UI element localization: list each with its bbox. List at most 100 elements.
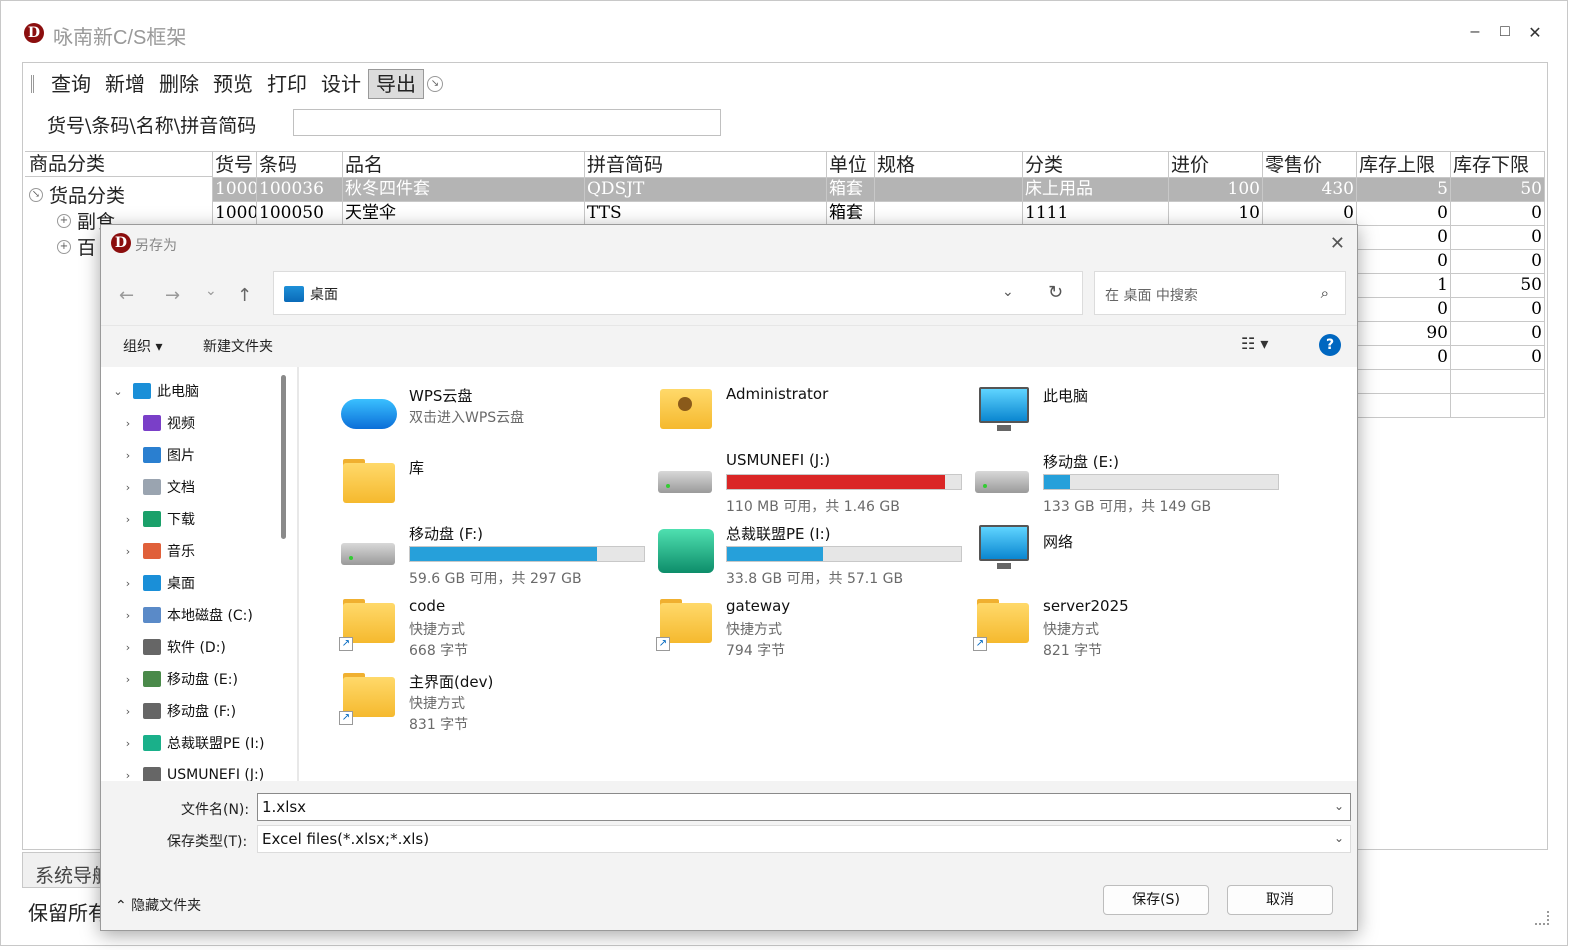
- nav-item[interactable]: › 总裁联盟PE (I:): [119, 729, 265, 757]
- export-button[interactable]: 导出: [368, 69, 424, 99]
- table-cell[interactable]: [1451, 394, 1545, 418]
- column-header[interactable]: 零售价: [1263, 151, 1357, 178]
- table-cell[interactable]: 1111: [1023, 202, 1169, 226]
- nav-item[interactable]: ⌄ 此电脑: [109, 377, 199, 405]
- chevron-right-icon[interactable]: ›: [119, 545, 137, 558]
- collapse-icon[interactable]: ↘: [29, 187, 43, 202]
- nav-item[interactable]: › 移动盘 (F:): [119, 697, 236, 725]
- tile-wps-cloud[interactable]: WPS云盘 双击进入WPS云盘: [319, 381, 629, 447]
- table-cell[interactable]: 箱套: [827, 178, 875, 202]
- nav-item[interactable]: › 文档: [119, 473, 195, 501]
- nav-item[interactable]: › 图片: [119, 441, 195, 469]
- table-cell[interactable]: [1357, 394, 1451, 418]
- chevron-right-icon[interactable]: ›: [119, 577, 137, 590]
- chevron-right-icon[interactable]: ›: [119, 513, 137, 526]
- back-button[interactable]: ←: [119, 285, 134, 306]
- resize-grip[interactable]: [1535, 911, 1549, 925]
- tile-main-dev-shortcut[interactable]: ↗ 主界面(dev) 快捷方式 831 字节: [319, 667, 629, 733]
- table-cell[interactable]: 0: [1357, 226, 1451, 250]
- nav-item[interactable]: › 移动盘 (E:): [119, 665, 238, 693]
- column-header[interactable]: 库存上限: [1357, 151, 1451, 178]
- chevron-down-icon[interactable]: ⌄: [1334, 831, 1344, 845]
- tile-this-pc[interactable]: 此电脑: [953, 381, 1263, 447]
- table-cell[interactable]: 0: [1451, 346, 1545, 370]
- tile-drive-i[interactable]: 总裁联盟PE (I:) 33.8 GB 可用，共 57.1 GB: [636, 519, 962, 587]
- maximize-button[interactable]: □: [1495, 23, 1515, 41]
- address-dropdown-icon[interactable]: ⌄: [1002, 284, 1014, 300]
- chevron-right-icon[interactable]: ›: [119, 449, 137, 462]
- table-cell[interactable]: [875, 202, 1023, 226]
- table-cell[interactable]: 90: [1357, 322, 1451, 346]
- table-cell[interactable]: 100050: [257, 202, 343, 226]
- table-cell[interactable]: 0: [1357, 202, 1451, 226]
- nav-scrollbar[interactable]: [281, 375, 286, 539]
- chevron-right-icon[interactable]: ›: [119, 417, 137, 430]
- nav-item[interactable]: › 音乐: [119, 537, 195, 565]
- table-cell[interactable]: TTS: [585, 202, 827, 226]
- address-bar[interactable]: 桌面 ⌄ ↻: [273, 271, 1083, 315]
- chevron-right-icon[interactable]: ›: [119, 769, 137, 782]
- table-cell[interactable]: 0: [1357, 346, 1451, 370]
- expand-icon[interactable]: +: [57, 239, 71, 254]
- table-cell[interactable]: 10: [1169, 202, 1263, 226]
- nav-item[interactable]: › 视频: [119, 409, 195, 437]
- table-cell[interactable]: 50: [1451, 178, 1545, 202]
- nav-item[interactable]: › 本地磁盘 (C:): [119, 601, 253, 629]
- organize-button[interactable]: 组织 ▾: [123, 336, 162, 356]
- tile-administrator[interactable]: Administrator: [636, 381, 946, 447]
- tile-library[interactable]: 库: [319, 453, 629, 519]
- dialog-close-button[interactable]: ✕: [1330, 233, 1345, 254]
- chevron-right-icon[interactable]: ›: [119, 609, 137, 622]
- query-button[interactable]: 查询: [44, 69, 98, 99]
- delete-button[interactable]: 删除: [152, 69, 206, 99]
- table-cell[interactable]: 50: [1451, 274, 1545, 298]
- table-cell[interactable]: 天堂伞: [343, 202, 585, 226]
- cancel-button[interactable]: 取消: [1227, 885, 1333, 915]
- save-button[interactable]: 保存(S): [1103, 885, 1209, 915]
- table-cell[interactable]: 0: [1451, 202, 1545, 226]
- toolbar-grip[interactable]: [31, 75, 34, 93]
- filename-input[interactable]: 1.xlsx ⌄: [257, 793, 1351, 821]
- table-cell[interactable]: 床上用品: [1023, 178, 1169, 202]
- chevron-down-icon[interactable]: ⌄: [109, 385, 127, 398]
- table-cell[interactable]: 0: [1451, 226, 1545, 250]
- table-cell[interactable]: 100: [1169, 178, 1263, 202]
- column-header[interactable]: 库存下限: [1451, 151, 1545, 178]
- tile-drive-e[interactable]: 移动盘 (E:) 133 GB 可用，共 149 GB: [953, 447, 1279, 515]
- table-cell[interactable]: 箱套: [827, 202, 875, 226]
- chevron-right-icon[interactable]: ›: [119, 641, 137, 654]
- table-row[interactable]: 1000 100050 天堂伞 TTS 箱套 1111 10 0 0 0: [213, 202, 1545, 226]
- tile-network[interactable]: 网络: [953, 519, 1263, 585]
- minimize-button[interactable]: –: [1465, 23, 1485, 41]
- dialog-search-input[interactable]: 在 桌面 中搜索 ⌕: [1094, 271, 1346, 315]
- tile-code-shortcut[interactable]: ↗ code 快捷方式 668 字节: [319, 593, 629, 659]
- table-cell[interactable]: 0: [1451, 250, 1545, 274]
- chevron-right-icon[interactable]: ›: [119, 705, 137, 718]
- table-cell[interactable]: [1451, 370, 1545, 394]
- column-header[interactable]: 拼音简码: [585, 151, 827, 178]
- table-cell[interactable]: 430: [1263, 178, 1357, 202]
- table-cell[interactable]: 100036: [257, 178, 343, 202]
- table-cell[interactable]: 0: [1357, 250, 1451, 274]
- tile-drive-f[interactable]: 移动盘 (F:) 59.6 GB 可用，共 297 GB: [319, 519, 645, 587]
- search-input[interactable]: [293, 109, 721, 136]
- chevron-right-icon[interactable]: ›: [119, 737, 137, 750]
- table-cell[interactable]: [1357, 370, 1451, 394]
- hide-folders-button[interactable]: ⌃ 隐藏文件夹: [115, 895, 201, 915]
- tile-drive-j[interactable]: USMUNEFI (J:) 110 MB 可用，共 1.46 GB: [636, 447, 962, 515]
- design-button[interactable]: 设计: [314, 69, 368, 99]
- expand-icon[interactable]: +: [57, 213, 71, 228]
- column-header[interactable]: 分类: [1023, 151, 1169, 178]
- table-cell[interactable]: 0: [1357, 298, 1451, 322]
- tile-server2025-shortcut[interactable]: ↗ server2025 快捷方式 821 字节: [953, 593, 1263, 659]
- toolbar-overflow-icon[interactable]: ↘: [427, 76, 443, 92]
- preview-button[interactable]: 预览: [206, 69, 260, 99]
- table-cell[interactable]: 1: [1357, 274, 1451, 298]
- table-cell[interactable]: 0: [1263, 202, 1357, 226]
- table-cell[interactable]: 1000: [213, 178, 257, 202]
- close-button[interactable]: ✕: [1525, 23, 1545, 43]
- nav-item[interactable]: › 下载: [119, 505, 195, 533]
- new-folder-button[interactable]: 新建文件夹: [203, 336, 273, 356]
- chevron-right-icon[interactable]: ›: [119, 673, 137, 686]
- table-cell[interactable]: 5: [1357, 178, 1451, 202]
